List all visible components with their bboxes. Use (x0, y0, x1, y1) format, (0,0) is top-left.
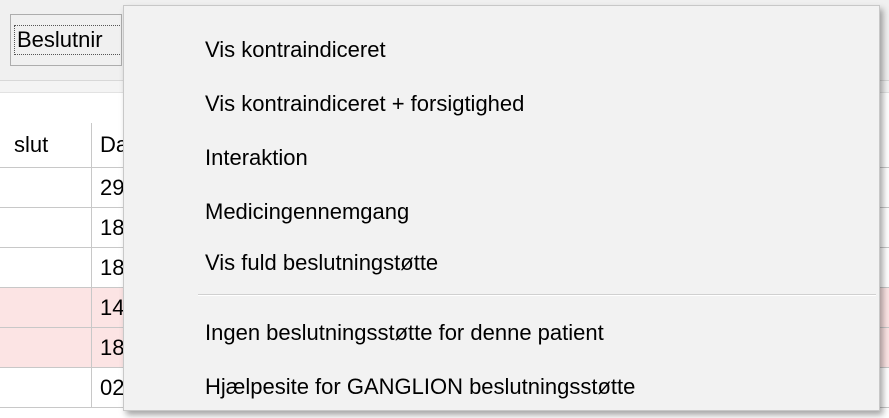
menu-item-medication-review[interactable]: Medicingennemgang (124, 185, 879, 239)
menu-item-help-site[interactable]: Hjælpesite for GANGLION beslutningsstøtt… (124, 360, 879, 414)
decision-support-button-label: Beslutnir (17, 27, 103, 52)
context-menu: Vis kontraindiceret Vis kontraindiceret … (123, 5, 880, 411)
menu-item-show-contraindicated-caution[interactable]: Vis kontraindiceret + forsigtighed (124, 77, 879, 131)
table-cell (0, 168, 92, 208)
table-cell (0, 368, 92, 408)
menu-item-no-decision-support[interactable]: Ingen beslutningsstøtte for denne patien… (124, 306, 879, 360)
table-cell (0, 328, 92, 368)
menu-item-interaction[interactable]: Interaktion (124, 131, 879, 185)
menu-item-show-contraindicated[interactable]: Vis kontraindiceret (124, 23, 879, 77)
menu-item-show-full-decision-support[interactable]: Vis fuld beslutningstøtte (124, 236, 879, 290)
menu-separator (198, 294, 876, 296)
focus-rectangle: Beslutnir (14, 25, 121, 55)
table-cell (0, 208, 92, 248)
decision-support-button[interactable]: Beslutnir (10, 14, 122, 66)
column-header-slut[interactable]: slut (0, 123, 92, 167)
table-cell (0, 248, 92, 288)
table-cell (0, 288, 92, 328)
